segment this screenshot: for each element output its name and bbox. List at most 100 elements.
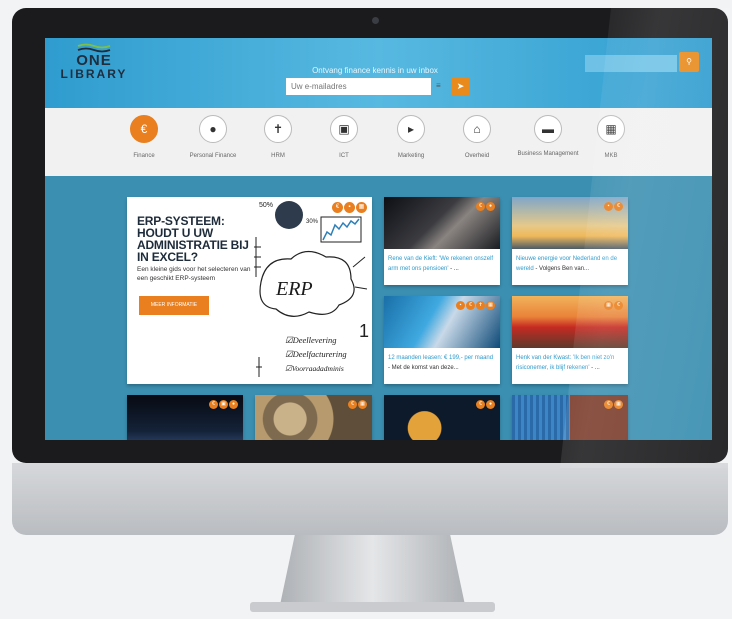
- monitor-foot: [250, 602, 495, 612]
- site-logo[interactable]: ONE LIBRARY: [59, 43, 129, 93]
- category-badges: € ▦: [603, 400, 623, 418]
- laptop-icon: ▣: [330, 115, 358, 143]
- euro-icon: €: [614, 301, 623, 310]
- featured-title: ERP-SYSTEEM: HOUDT U UW ADMINISTRATIE BI…: [137, 214, 249, 264]
- monitor-stand: [280, 535, 465, 605]
- laptop-icon: ▣: [219, 400, 228, 409]
- logo-text-library: LIBRARY: [60, 67, 128, 81]
- sketch-erp: ERP: [275, 278, 313, 300]
- sketch-line3: ☑Voorraadadminis: [285, 364, 344, 373]
- article-caption: Rene van de Kieft: 'We rekenen onszelf a…: [388, 254, 496, 274]
- euro-icon: €: [466, 301, 475, 310]
- erp-sketch-illustration: 50% 30% ERP 1 ☑Deellevering ☑Deelfacture…: [254, 201, 369, 377]
- briefcase-icon: ▬: [534, 115, 562, 143]
- category-mkb[interactable]: ▦ MKB: [574, 115, 648, 160]
- featured-description: Een kleine gids voor het selecteren van …: [137, 266, 251, 282]
- newsletter-tagline: Ontvang finance kennis in uw inbox: [312, 66, 438, 75]
- money-bag-icon: ●: [199, 115, 227, 143]
- person-icon: ✝: [264, 115, 292, 143]
- euro-icon: €: [348, 400, 357, 409]
- briefcase-icon: ▪: [604, 202, 613, 211]
- category-badges: € ▪ ▦: [331, 202, 367, 220]
- article-title: Rene van de Kieft: 'We rekenen onszelf a…: [388, 256, 494, 272]
- category-finance[interactable]: € Finance: [107, 115, 181, 160]
- article-card[interactable]: ▦ € Henk van der Kwast: 'Ik ben niet zo'n…: [512, 296, 628, 384]
- shop-icon: ▦: [356, 202, 367, 213]
- category-badges: € ●: [475, 202, 495, 220]
- category-badges: € ▦: [347, 400, 367, 418]
- category-label: ICT: [339, 153, 349, 159]
- category-label: Marketing: [397, 153, 425, 159]
- article-caption: Henk van der Kwast: 'Ik ben niet zo'n ri…: [516, 353, 624, 373]
- content-area: ERP-SYSTEEM: HOUDT U UW ADMINISTRATIE BI…: [45, 176, 712, 440]
- sketch-line1: ☑Deellevering: [285, 335, 337, 345]
- subscribe-send-button[interactable]: ➤: [452, 78, 469, 95]
- money-bag-icon: ●: [486, 202, 495, 211]
- category-marketing[interactable]: ▸ Marketing: [374, 115, 448, 160]
- euro-icon: €: [332, 202, 343, 213]
- euro-icon: €: [476, 400, 485, 409]
- email-input[interactable]: [286, 78, 431, 95]
- euro-icon: €: [209, 400, 218, 409]
- category-label: MKB: [604, 153, 618, 159]
- article-card[interactable]: € ▦: [255, 395, 372, 440]
- category-label: Overheid: [464, 153, 490, 159]
- euro-icon: €: [614, 202, 623, 211]
- shop-icon: ▦: [604, 301, 613, 310]
- category-badges: ▪ €: [603, 202, 623, 220]
- category-badges: € ▣ ●: [208, 400, 238, 418]
- category-hrm[interactable]: ✝ HRM: [241, 115, 315, 160]
- government-building-icon: ⌂: [463, 115, 491, 143]
- briefcase-icon: ▪: [344, 202, 355, 213]
- money-bag-icon: ●: [486, 400, 495, 409]
- category-badges: ▦ €: [603, 301, 623, 319]
- article-card[interactable]: ▪ € Nieuwe energie voor Nederland en de w…: [512, 197, 628, 285]
- sketch-line2: ☑Deelfacturering: [285, 349, 347, 359]
- sketch-pct2: 30%: [306, 219, 319, 225]
- article-excerpt: - ...: [589, 365, 600, 371]
- article-card[interactable]: ▪ € ✝ ▦ 12 maanden leasen: € 199,- per maan…: [384, 296, 500, 384]
- more-info-button[interactable]: MEER INFORMATIE: [139, 296, 209, 315]
- megaphone-icon: ▸: [397, 115, 425, 143]
- shop-icon: ▦: [358, 400, 367, 409]
- article-caption: 12 maanden leasen: € 199,- per maand - M…: [388, 353, 496, 373]
- sketch-pct1: 50%: [259, 202, 273, 209]
- article-card[interactable]: € ● Rene van de Kieft: 'We rekenen onszel…: [384, 197, 500, 285]
- category-bar: € Finance ● Personal Finance ✝ HRM ▣ ICT…: [45, 108, 712, 176]
- briefcase-icon: ▪: [456, 301, 465, 310]
- person-icon: ✝: [476, 301, 485, 310]
- shop-icon: ▦: [486, 301, 495, 310]
- article-title: 12 maanden leasen: € 199,- per maand: [388, 355, 494, 361]
- list-icon[interactable]: ≡: [436, 81, 446, 91]
- logo-text-one: ONE: [76, 52, 112, 69]
- article-caption: Nieuwe energie voor Nederland en de were…: [516, 254, 624, 274]
- article-card[interactable]: € ▣ ●: [127, 395, 243, 440]
- category-ict[interactable]: ▣ ICT: [307, 115, 381, 160]
- article-card[interactable]: € ●: [384, 395, 500, 440]
- article-card[interactable]: € ▦: [512, 395, 628, 440]
- euro-icon: €: [604, 400, 613, 409]
- category-label: HRM: [271, 153, 285, 159]
- monitor-chin: [12, 463, 728, 535]
- webcam-icon: [372, 17, 379, 24]
- shop-icon: ▦: [597, 115, 625, 143]
- category-badges: ▪ € ✝ ▦: [455, 301, 495, 319]
- search-icon[interactable]: ⚲: [679, 52, 699, 72]
- shop-icon: ▦: [614, 400, 623, 409]
- category-badges: € ●: [475, 400, 495, 418]
- euro-icon: €: [130, 115, 158, 143]
- category-label: Finance: [133, 153, 155, 159]
- article-excerpt: - ...: [448, 266, 459, 272]
- category-personal-finance[interactable]: ● Personal Finance: [176, 115, 250, 160]
- category-overheid[interactable]: ⌂ Overheid: [440, 115, 514, 160]
- article-excerpt: - Met de komst van deze...: [388, 365, 459, 371]
- featured-card[interactable]: ERP-SYSTEEM: HOUDT U UW ADMINISTRATIE BI…: [127, 197, 372, 384]
- site-header: ONE LIBRARY Ontvang finance kennis in uw…: [45, 38, 712, 108]
- site-search-input[interactable]: [585, 55, 677, 72]
- euro-icon: €: [476, 202, 485, 211]
- article-excerpt: - Volgens Ben van...: [533, 266, 590, 272]
- svg-text:1: 1: [359, 321, 369, 341]
- website-screen: ONE LIBRARY Ontvang finance kennis in uw…: [45, 38, 712, 440]
- category-label: Personal Finance: [189, 153, 237, 159]
- money-bag-icon: ●: [229, 400, 238, 409]
